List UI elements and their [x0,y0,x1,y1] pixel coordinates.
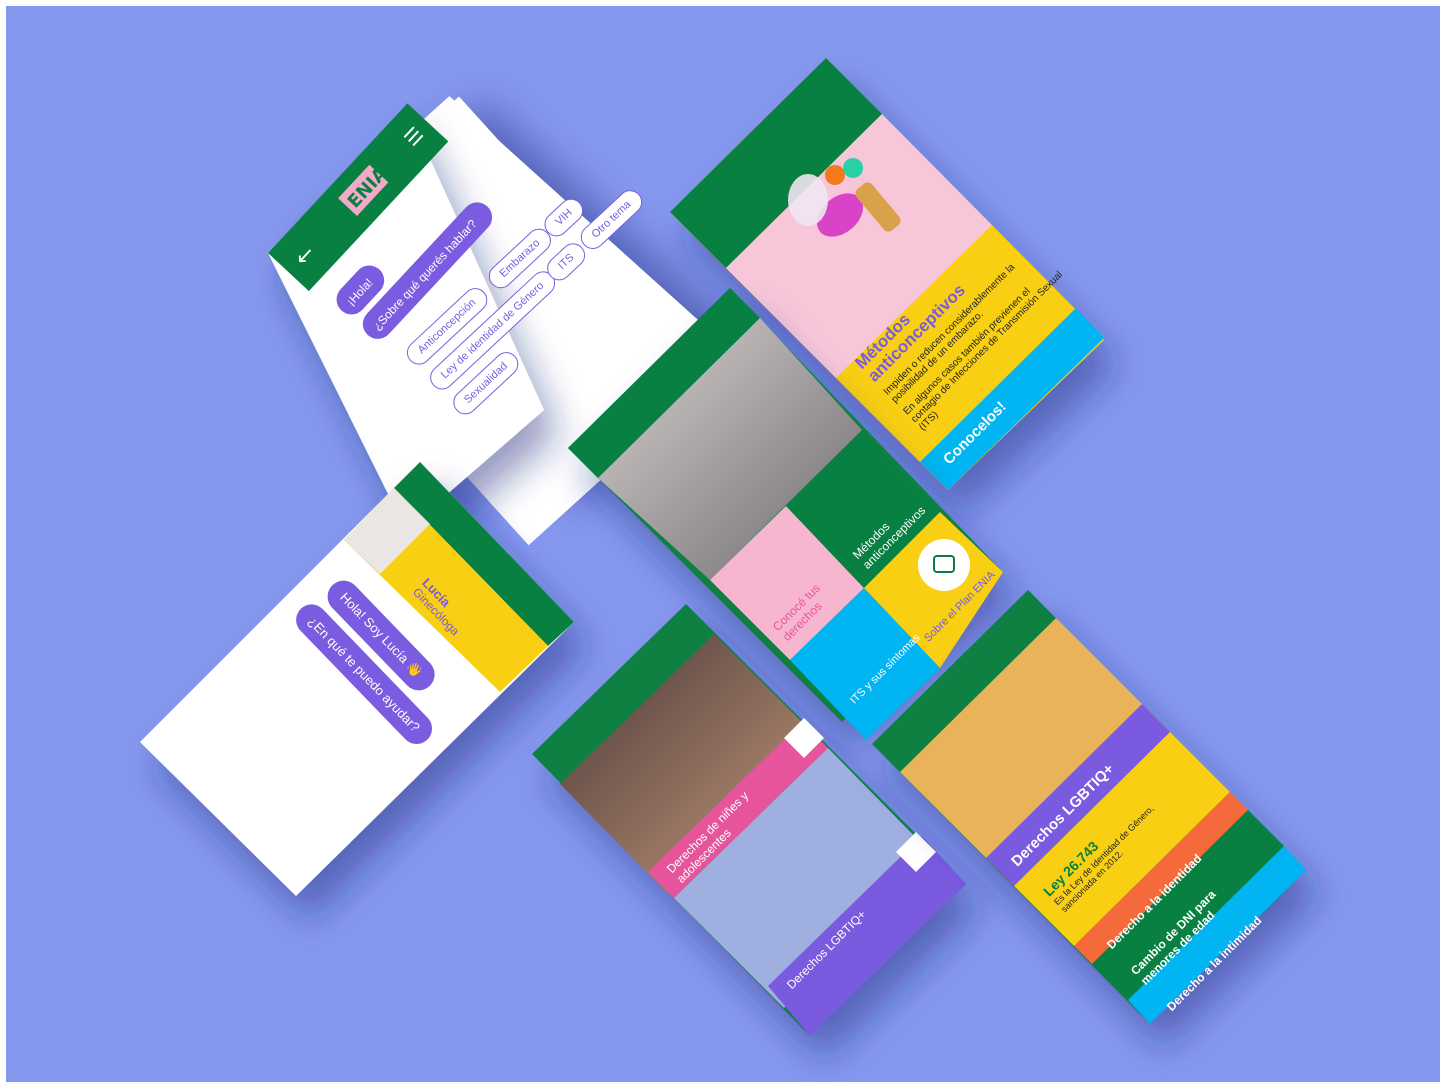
mockup-composition: ← ENIA ¡Hola! ¿Sobre qué querés hablar? [140,58,1306,1036]
